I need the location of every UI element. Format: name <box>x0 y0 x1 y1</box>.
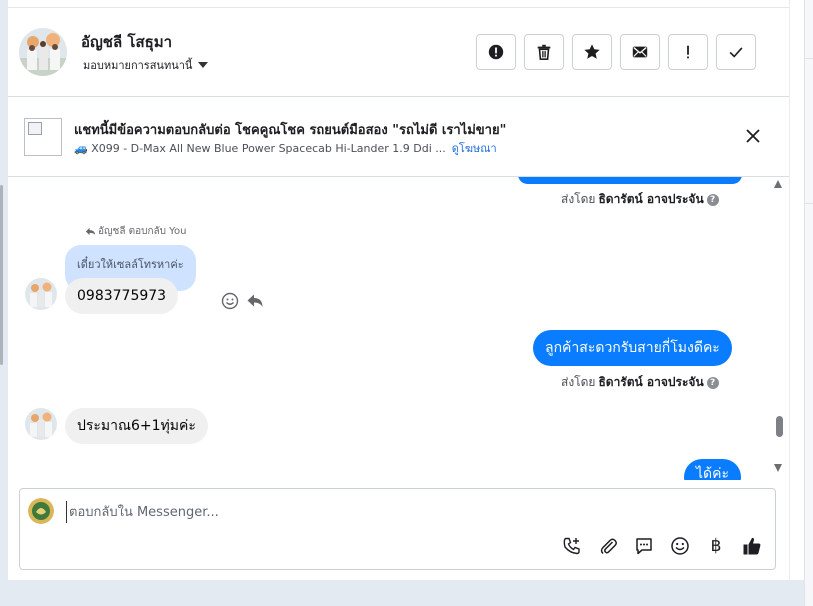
message-bubble-incoming[interactable]: ประมาณ6+1ทุ่มค่ะ <box>65 408 208 444</box>
page-avatar <box>28 498 54 524</box>
payment-button[interactable]: ฿ <box>705 535 727 557</box>
scroll-up-arrow-icon[interactable] <box>774 180 782 188</box>
message-thread: ส่งโดย ธิดารัตน์ อาจประจัน ? อัญชลี ตอบก… <box>8 177 789 480</box>
phone-plus-icon <box>563 537 580 555</box>
delete-button[interactable] <box>524 34 564 70</box>
close-icon[interactable] <box>742 125 764 147</box>
sent-by-label: ส่งโดย ธิดารัตน์ อาจประจัน ? <box>561 373 719 392</box>
sender-name: ธิดารัตน์ อาจประจัน <box>598 375 704 389</box>
view-ad-link[interactable]: ดูโฆษณา <box>452 139 497 157</box>
chat-bubble-icon <box>636 538 652 555</box>
right-gutter <box>789 0 804 580</box>
message-bubble-incoming[interactable]: 0983775973 <box>65 278 179 314</box>
thumbs-up-icon <box>743 537 761 555</box>
help-icon[interactable]: ? <box>706 193 719 206</box>
composer-tools: ฿ <box>561 535 763 557</box>
help-icon[interactable]: ? <box>706 376 719 389</box>
message-bubble-outgoing[interactable]: ได้ค่ะ <box>684 459 742 480</box>
check-icon <box>729 47 743 58</box>
reply-note: อัญชลี ตอบกลับ You <box>85 224 186 239</box>
contact-avatar[interactable] <box>19 28 67 76</box>
contact-name[interactable]: อัญชลี โสธุมา <box>81 30 172 54</box>
reply-icon[interactable] <box>246 292 264 310</box>
call-button[interactable] <box>561 535 583 557</box>
conversation-panel: อัญชลี โสธุมา มอบหมายการสนทนานี้ แชทนี้ม… <box>8 0 789 580</box>
star-button[interactable] <box>572 34 612 70</box>
follow-up-button[interactable] <box>668 34 708 70</box>
sent-by-label: ส่งโดย ธิดารัตน์ อาจประจัน ? <box>561 190 719 209</box>
adjacent-panel-edge <box>804 0 813 606</box>
scrollbar-thumb[interactable] <box>776 416 783 437</box>
conversation-header: อัญชลี โสธุมา มอบหมายการสนทนานี้ <box>8 8 789 97</box>
mail-icon <box>632 46 648 58</box>
emoji-button[interactable] <box>669 535 691 557</box>
mark-done-button[interactable] <box>716 34 756 70</box>
message-input[interactable] <box>66 501 746 523</box>
message-composer: ฿ <box>19 488 776 570</box>
scroll-down-arrow-icon[interactable] <box>774 464 782 472</box>
header-actions <box>476 34 756 70</box>
ad-context-title: แชทนี้มีข้อความตอบกลับต่อ โชคคูณโชค รถยน… <box>74 123 507 138</box>
message-bubble-outgoing[interactable]: ลูกค้าสะดวกรับสายกี่โมงดีคะ <box>533 330 732 366</box>
react-emoji-icon[interactable] <box>221 292 239 310</box>
baht-icon: ฿ <box>710 536 722 556</box>
ad-context-bar: แชทนี้มีข้อความตอบกลับต่อ โชคคูณโชค รถยน… <box>8 97 789 177</box>
broken-image-icon <box>28 122 42 135</box>
attach-button[interactable] <box>597 535 619 557</box>
paperclip-icon <box>600 538 617 555</box>
sender-name: ธิดารัตน์ อาจประจัน <box>598 192 704 206</box>
mark-unread-button[interactable] <box>620 34 660 70</box>
contact-avatar-small[interactable] <box>25 278 57 310</box>
ad-thumbnail[interactable] <box>24 118 62 156</box>
message-bubble-outgoing[interactable] <box>518 177 742 184</box>
star-icon <box>584 44 600 59</box>
ad-context-subtitle: 🚙 X099 - D-Max All New Blue Power Spacec… <box>74 139 497 157</box>
assign-label: มอบหมายการสนทนานี้ <box>83 59 193 72</box>
assign-conversation-dropdown[interactable]: มอบหมายการสนทนานี้ <box>83 56 209 74</box>
trash-icon <box>537 44 551 61</box>
alert-circle-icon <box>488 44 504 60</box>
caret-down-icon <box>198 62 209 68</box>
ad-product-text: 🚙 X099 - D-Max All New Blue Power Spacec… <box>74 141 446 155</box>
like-button[interactable] <box>741 535 763 557</box>
reply-arrow-icon <box>85 227 96 236</box>
saved-replies-button[interactable] <box>633 535 655 557</box>
left-scroll-edge <box>0 185 3 365</box>
contact-avatar-small[interactable] <box>25 408 57 440</box>
exclamation-icon <box>687 45 689 59</box>
emoji-icon <box>671 537 689 555</box>
mark-spam-button[interactable] <box>476 34 516 70</box>
